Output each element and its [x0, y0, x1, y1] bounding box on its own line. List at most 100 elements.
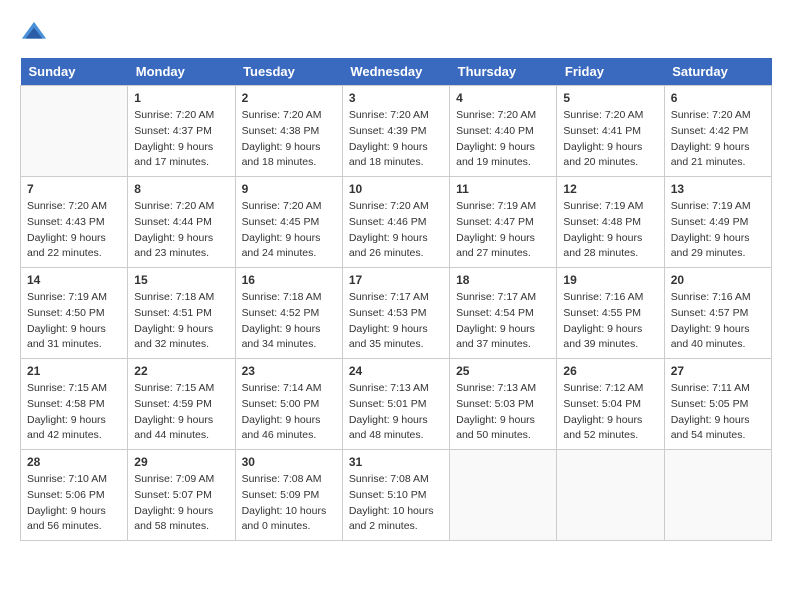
day-number: 16: [242, 273, 336, 287]
day-number: 7: [27, 182, 121, 196]
header-cell-tuesday: Tuesday: [235, 58, 342, 86]
calendar-cell: 19 Sunrise: 7:16 AMSunset: 4:55 PMDaylig…: [557, 268, 664, 359]
calendar-cell: 3 Sunrise: 7:20 AMSunset: 4:39 PMDayligh…: [342, 86, 449, 177]
day-info: Sunrise: 7:19 AMSunset: 4:47 PMDaylight:…: [456, 199, 550, 262]
day-number: 12: [563, 182, 657, 196]
calendar-week-5: 28 Sunrise: 7:10 AMSunset: 5:06 PMDaylig…: [21, 450, 772, 541]
day-number: 25: [456, 364, 550, 378]
day-number: 22: [134, 364, 228, 378]
calendar-table: SundayMondayTuesdayWednesdayThursdayFrid…: [20, 58, 772, 541]
calendar-cell: 18 Sunrise: 7:17 AMSunset: 4:54 PMDaylig…: [450, 268, 557, 359]
day-info: Sunrise: 7:20 AMSunset: 4:40 PMDaylight:…: [456, 108, 550, 171]
calendar-cell: [557, 450, 664, 541]
day-info: Sunrise: 7:19 AMSunset: 4:49 PMDaylight:…: [671, 199, 765, 262]
calendar-cell: 25 Sunrise: 7:13 AMSunset: 5:03 PMDaylig…: [450, 359, 557, 450]
day-info: Sunrise: 7:17 AMSunset: 4:53 PMDaylight:…: [349, 290, 443, 353]
calendar-week-1: 1 Sunrise: 7:20 AMSunset: 4:37 PMDayligh…: [21, 86, 772, 177]
day-info: Sunrise: 7:20 AMSunset: 4:44 PMDaylight:…: [134, 199, 228, 262]
day-number: 21: [27, 364, 121, 378]
day-number: 11: [456, 182, 550, 196]
calendar-cell: 23 Sunrise: 7:14 AMSunset: 5:00 PMDaylig…: [235, 359, 342, 450]
day-info: Sunrise: 7:18 AMSunset: 4:51 PMDaylight:…: [134, 290, 228, 353]
day-number: 6: [671, 91, 765, 105]
calendar-cell: 2 Sunrise: 7:20 AMSunset: 4:38 PMDayligh…: [235, 86, 342, 177]
calendar-week-4: 21 Sunrise: 7:15 AMSunset: 4:58 PMDaylig…: [21, 359, 772, 450]
day-info: Sunrise: 7:12 AMSunset: 5:04 PMDaylight:…: [563, 381, 657, 444]
day-number: 15: [134, 273, 228, 287]
day-number: 1: [134, 91, 228, 105]
calendar-cell: 29 Sunrise: 7:09 AMSunset: 5:07 PMDaylig…: [128, 450, 235, 541]
day-info: Sunrise: 7:20 AMSunset: 4:38 PMDaylight:…: [242, 108, 336, 171]
day-info: Sunrise: 7:20 AMSunset: 4:46 PMDaylight:…: [349, 199, 443, 262]
calendar-cell: 14 Sunrise: 7:19 AMSunset: 4:50 PMDaylig…: [21, 268, 128, 359]
day-number: 2: [242, 91, 336, 105]
calendar-cell: 9 Sunrise: 7:20 AMSunset: 4:45 PMDayligh…: [235, 177, 342, 268]
header-cell-friday: Friday: [557, 58, 664, 86]
calendar-cell: [664, 450, 771, 541]
day-info: Sunrise: 7:17 AMSunset: 4:54 PMDaylight:…: [456, 290, 550, 353]
header-cell-sunday: Sunday: [21, 58, 128, 86]
header-cell-monday: Monday: [128, 58, 235, 86]
day-info: Sunrise: 7:15 AMSunset: 4:58 PMDaylight:…: [27, 381, 121, 444]
day-info: Sunrise: 7:10 AMSunset: 5:06 PMDaylight:…: [27, 472, 121, 535]
day-number: 17: [349, 273, 443, 287]
day-number: 13: [671, 182, 765, 196]
day-info: Sunrise: 7:13 AMSunset: 5:01 PMDaylight:…: [349, 381, 443, 444]
header-cell-saturday: Saturday: [664, 58, 771, 86]
calendar-cell: 12 Sunrise: 7:19 AMSunset: 4:48 PMDaylig…: [557, 177, 664, 268]
day-info: Sunrise: 7:18 AMSunset: 4:52 PMDaylight:…: [242, 290, 336, 353]
calendar-cell: 24 Sunrise: 7:13 AMSunset: 5:01 PMDaylig…: [342, 359, 449, 450]
calendar-cell: 1 Sunrise: 7:20 AMSunset: 4:37 PMDayligh…: [128, 86, 235, 177]
day-info: Sunrise: 7:19 AMSunset: 4:50 PMDaylight:…: [27, 290, 121, 353]
day-info: Sunrise: 7:20 AMSunset: 4:41 PMDaylight:…: [563, 108, 657, 171]
day-info: Sunrise: 7:15 AMSunset: 4:59 PMDaylight:…: [134, 381, 228, 444]
calendar-cell: 13 Sunrise: 7:19 AMSunset: 4:49 PMDaylig…: [664, 177, 771, 268]
calendar-cell: 22 Sunrise: 7:15 AMSunset: 4:59 PMDaylig…: [128, 359, 235, 450]
day-info: Sunrise: 7:19 AMSunset: 4:48 PMDaylight:…: [563, 199, 657, 262]
day-info: Sunrise: 7:20 AMSunset: 4:43 PMDaylight:…: [27, 199, 121, 262]
day-number: 9: [242, 182, 336, 196]
day-number: 24: [349, 364, 443, 378]
day-info: Sunrise: 7:11 AMSunset: 5:05 PMDaylight:…: [671, 381, 765, 444]
day-number: 30: [242, 455, 336, 469]
day-number: 14: [27, 273, 121, 287]
calendar-cell: 31 Sunrise: 7:08 AMSunset: 5:10 PMDaylig…: [342, 450, 449, 541]
calendar-cell: 11 Sunrise: 7:19 AMSunset: 4:47 PMDaylig…: [450, 177, 557, 268]
header-cell-wednesday: Wednesday: [342, 58, 449, 86]
calendar-cell: 10 Sunrise: 7:20 AMSunset: 4:46 PMDaylig…: [342, 177, 449, 268]
header-cell-thursday: Thursday: [450, 58, 557, 86]
calendar-cell: 16 Sunrise: 7:18 AMSunset: 4:52 PMDaylig…: [235, 268, 342, 359]
calendar-cell: 28 Sunrise: 7:10 AMSunset: 5:06 PMDaylig…: [21, 450, 128, 541]
header: [20, 20, 772, 48]
calendar-cell: 7 Sunrise: 7:20 AMSunset: 4:43 PMDayligh…: [21, 177, 128, 268]
calendar-cell: 4 Sunrise: 7:20 AMSunset: 4:40 PMDayligh…: [450, 86, 557, 177]
day-number: 31: [349, 455, 443, 469]
day-number: 26: [563, 364, 657, 378]
calendar-cell: 26 Sunrise: 7:12 AMSunset: 5:04 PMDaylig…: [557, 359, 664, 450]
calendar-cell: 20 Sunrise: 7:16 AMSunset: 4:57 PMDaylig…: [664, 268, 771, 359]
day-info: Sunrise: 7:20 AMSunset: 4:39 PMDaylight:…: [349, 108, 443, 171]
day-number: 29: [134, 455, 228, 469]
calendar-cell: 17 Sunrise: 7:17 AMSunset: 4:53 PMDaylig…: [342, 268, 449, 359]
calendar-header-row: SundayMondayTuesdayWednesdayThursdayFrid…: [21, 58, 772, 86]
day-info: Sunrise: 7:08 AMSunset: 5:09 PMDaylight:…: [242, 472, 336, 535]
day-info: Sunrise: 7:16 AMSunset: 4:57 PMDaylight:…: [671, 290, 765, 353]
day-info: Sunrise: 7:08 AMSunset: 5:10 PMDaylight:…: [349, 472, 443, 535]
calendar-week-2: 7 Sunrise: 7:20 AMSunset: 4:43 PMDayligh…: [21, 177, 772, 268]
day-number: 28: [27, 455, 121, 469]
logo: [20, 20, 50, 48]
day-number: 23: [242, 364, 336, 378]
calendar-cell: [450, 450, 557, 541]
day-info: Sunrise: 7:13 AMSunset: 5:03 PMDaylight:…: [456, 381, 550, 444]
calendar-week-3: 14 Sunrise: 7:19 AMSunset: 4:50 PMDaylig…: [21, 268, 772, 359]
day-info: Sunrise: 7:20 AMSunset: 4:37 PMDaylight:…: [134, 108, 228, 171]
logo-icon: [20, 20, 48, 48]
day-number: 4: [456, 91, 550, 105]
calendar-cell: 5 Sunrise: 7:20 AMSunset: 4:41 PMDayligh…: [557, 86, 664, 177]
calendar-cell: 30 Sunrise: 7:08 AMSunset: 5:09 PMDaylig…: [235, 450, 342, 541]
calendar-cell: [21, 86, 128, 177]
day-number: 8: [134, 182, 228, 196]
day-number: 10: [349, 182, 443, 196]
calendar-cell: 27 Sunrise: 7:11 AMSunset: 5:05 PMDaylig…: [664, 359, 771, 450]
calendar-cell: 15 Sunrise: 7:18 AMSunset: 4:51 PMDaylig…: [128, 268, 235, 359]
